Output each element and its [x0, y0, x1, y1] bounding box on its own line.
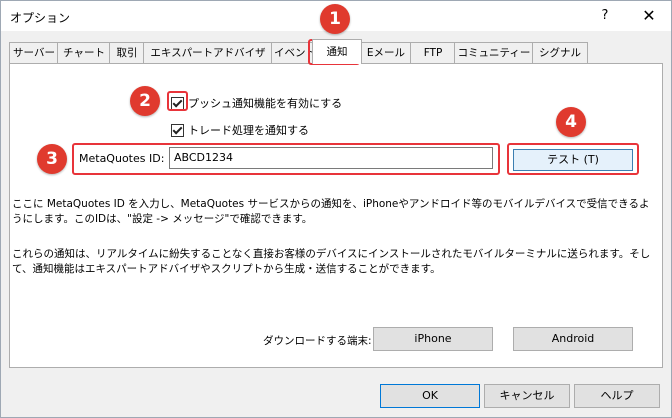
step-badge-2: 2 [130, 86, 160, 116]
android-button[interactable]: Android [513, 327, 633, 351]
highlight-test-button [507, 143, 639, 175]
tab-server[interactable]: サーバー [9, 42, 59, 63]
step-badge-1: 1 [320, 4, 350, 34]
tab-expert-advisors[interactable]: エキスパートアドバイザ [143, 42, 273, 63]
download-terminal-label: ダウンロードする端末: [263, 335, 372, 347]
window-title: オプション [10, 11, 71, 25]
notify-trades-checkbox[interactable] [171, 123, 184, 137]
enable-push-label: プッシュ通知機能を有効にする [188, 97, 343, 110]
tab-chart[interactable]: チャート [57, 42, 111, 63]
enable-push-row[interactable]: プッシュ通知機能を有効にする [171, 95, 342, 111]
notify-trades-row[interactable]: トレード処理を通知する [171, 122, 309, 138]
help-icon[interactable]: ? [583, 3, 627, 29]
cancel-button[interactable]: キャンセル [484, 384, 570, 408]
tab-community[interactable]: コミュニティー [454, 42, 534, 63]
highlight-metaquotes-id [72, 143, 500, 175]
tab-ftp[interactable]: FTP [410, 42, 456, 63]
ok-button[interactable]: OK [380, 384, 480, 408]
tab-signals[interactable]: シグナル [532, 42, 588, 63]
tab-trade[interactable]: 取引 [109, 42, 145, 63]
notify-trades-label: トレード処理を通知する [188, 124, 309, 137]
tab-notifications[interactable]: 通知 [312, 39, 362, 64]
iphone-button[interactable]: iPhone [373, 327, 493, 351]
options-dialog: オプション ? ✕ サーバー チャート 取引 エキスパートアドバイザ イベント … [0, 0, 672, 418]
highlight-enable-push [167, 91, 188, 111]
step-badge-3: 3 [37, 144, 67, 174]
info-paragraph-id: ここに MetaQuotes ID を入力し、MetaQuotes サービスから… [12, 198, 650, 225]
close-icon[interactable]: ✕ [627, 3, 671, 29]
tab-email[interactable]: Eメール [360, 42, 412, 63]
info-paragraph-delivery: これらの通知は、リアルタイムに紛失することなく直接お客様のデバイスにインストール… [12, 248, 651, 275]
help-button[interactable]: ヘルプ [574, 384, 660, 408]
step-badge-4: 4 [556, 107, 586, 137]
